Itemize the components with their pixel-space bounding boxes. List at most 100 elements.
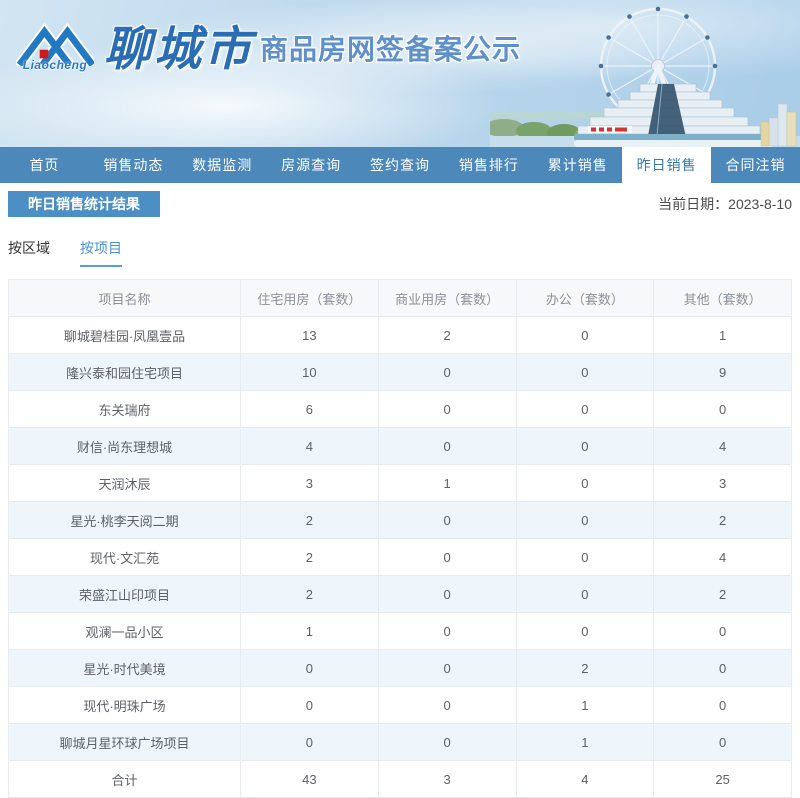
table-row: 现代·文汇苑 2 0 0 4 xyxy=(8,538,792,576)
count-cell: 0 xyxy=(515,612,655,650)
nav-item-合同注销[interactable]: 合同注销 xyxy=(711,147,800,183)
city-name-calligraphy: 聊城市 xyxy=(104,22,254,76)
count-cell: 0 xyxy=(377,686,517,724)
project-name-cell: 观澜一品小区 xyxy=(8,612,241,650)
count-cell: 0 xyxy=(377,538,517,576)
project-name-cell: 隆兴泰和园住宅项目 xyxy=(8,353,241,391)
nav-item-首页[interactable]: 首页 xyxy=(0,147,89,183)
count-cell: 0 xyxy=(377,649,517,687)
nav-item-销售排行[interactable]: 销售排行 xyxy=(444,147,533,183)
project-name-cell: 星光·桃李天阅二期 xyxy=(8,501,241,539)
count-cell: 1 xyxy=(653,316,792,354)
site-header: Liaocheng 聊城市 商品房网签备案公示 xyxy=(0,0,800,147)
table-total-row: 合计 43 3 4 25 xyxy=(8,760,792,798)
count-cell: 0 xyxy=(515,427,655,465)
column-header: 商业用房（套数） xyxy=(377,279,517,317)
table-row: 星光·时代美境 0 0 2 0 xyxy=(8,649,792,687)
view-tabs: 按区域 按项目 xyxy=(8,238,792,267)
project-name-cell: 合计 xyxy=(8,760,241,798)
liaocheng-m-logo: Liaocheng xyxy=(16,22,94,72)
count-cell: 9 xyxy=(653,353,792,391)
count-cell: 2 xyxy=(240,501,379,539)
count-cell: 0 xyxy=(653,686,792,724)
count-cell: 0 xyxy=(515,353,655,391)
count-cell: 0 xyxy=(515,464,655,502)
count-cell: 1 xyxy=(240,612,379,650)
count-cell: 0 xyxy=(240,686,379,724)
count-cell: 0 xyxy=(515,390,655,428)
project-name-cell: 聊城月星环球广场项目 xyxy=(8,723,241,761)
count-cell: 1 xyxy=(515,686,655,724)
count-cell: 43 xyxy=(240,760,379,798)
nav-item-累计销售[interactable]: 累计销售 xyxy=(533,147,622,183)
count-cell: 0 xyxy=(653,390,792,428)
sales-table: 项目名称 住宅用房（套数） 商业用房（套数） 办公（套数） 其他（套数） 聊城碧桂园·凤… xyxy=(8,279,792,798)
count-cell: 0 xyxy=(515,501,655,539)
nav-item-数据监测[interactable]: 数据监测 xyxy=(178,147,267,183)
table-row: 隆兴泰和园住宅项目 10 0 0 9 xyxy=(8,353,792,391)
count-cell: 0 xyxy=(240,723,379,761)
count-cell: 0 xyxy=(377,501,517,539)
count-cell: 4 xyxy=(653,538,792,576)
table-row: 现代·明珠广场 0 0 1 0 xyxy=(8,686,792,724)
count-cell: 0 xyxy=(515,538,655,576)
count-cell: 2 xyxy=(653,575,792,613)
count-cell: 2 xyxy=(240,538,379,576)
nav-item-昨日销售[interactable]: 昨日销售 xyxy=(622,147,712,183)
site-title: 商品房网签备案公示 xyxy=(260,34,522,65)
tab-按区域[interactable]: 按区域 xyxy=(8,238,50,267)
project-name-cell: 现代·明珠广场 xyxy=(8,686,241,724)
count-cell: 0 xyxy=(377,390,517,428)
count-cell: 0 xyxy=(377,427,517,465)
count-cell: 0 xyxy=(515,316,655,354)
count-cell: 3 xyxy=(653,464,792,502)
tab-按项目[interactable]: 按项目 xyxy=(80,238,122,267)
ferris-wheel-illustration xyxy=(490,6,800,147)
column-header: 项目名称 xyxy=(8,279,241,317)
count-cell: 0 xyxy=(240,649,379,687)
count-cell: 3 xyxy=(240,464,379,502)
nav-item-房源查询[interactable]: 房源查询 xyxy=(267,147,356,183)
count-cell: 2 xyxy=(377,316,517,354)
column-header: 其他（套数） xyxy=(653,279,792,317)
column-header: 住宅用房（套数） xyxy=(240,279,379,317)
table-row: 聊城月星环球广场项目 0 0 1 0 xyxy=(8,723,792,761)
current-date-label: 当前日期：2023-8-10 xyxy=(658,196,792,212)
count-cell: 2 xyxy=(653,501,792,539)
count-cell: 0 xyxy=(653,612,792,650)
section-head: 昨日销售统计结果 当前日期：2023-8-10 xyxy=(8,191,792,217)
logo-word: Liaocheng xyxy=(22,58,88,72)
count-cell: 0 xyxy=(377,353,517,391)
table-header-row: 项目名称 住宅用房（套数） 商业用房（套数） 办公（套数） 其他（套数） xyxy=(8,279,792,317)
table-row: 财信·尚东理想城 4 0 0 4 xyxy=(8,427,792,465)
table-body: 聊城碧桂园·凤凰壹品 13 2 0 1 隆兴泰和园住宅项目 10 0 0 9 东关瑞府 6 0 0 0 财信·… xyxy=(8,316,792,798)
project-name-cell: 天润沐辰 xyxy=(8,464,241,502)
count-cell: 6 xyxy=(240,390,379,428)
brand: Liaocheng 聊城市 商品房网签备案公示 xyxy=(16,22,521,72)
project-name-cell: 财信·尚东理想城 xyxy=(8,427,241,465)
count-cell: 25 xyxy=(653,760,792,798)
count-cell: 0 xyxy=(515,575,655,613)
table-row: 聊城碧桂园·凤凰壹品 13 2 0 1 xyxy=(8,316,792,354)
section-title-band: 昨日销售统计结果 xyxy=(8,191,160,217)
count-cell: 10 xyxy=(240,353,379,391)
count-cell: 0 xyxy=(377,723,517,761)
main-nav: 首页 销售动态 数据监测 房源查询 签约查询 销售排行 累计销售 昨日销售 合同注销 xyxy=(0,147,800,183)
count-cell: 4 xyxy=(240,427,379,465)
nav-item-销售动态[interactable]: 销售动态 xyxy=(89,147,178,183)
column-header: 办公（套数） xyxy=(515,279,655,317)
count-cell: 4 xyxy=(653,427,792,465)
table-row: 天润沐辰 3 1 0 3 xyxy=(8,464,792,502)
nav-item-签约查询[interactable]: 签约查询 xyxy=(356,147,445,183)
table-row: 星光·桃李天阅二期 2 0 0 2 xyxy=(8,501,792,539)
count-cell: 0 xyxy=(377,612,517,650)
project-name-cell: 星光·时代美境 xyxy=(8,649,241,687)
count-cell: 0 xyxy=(377,575,517,613)
count-cell: 13 xyxy=(240,316,379,354)
project-name-cell: 现代·文汇苑 xyxy=(8,538,241,576)
table-row: 东关瑞府 6 0 0 0 xyxy=(8,390,792,428)
count-cell: 0 xyxy=(653,723,792,761)
project-name-cell: 东关瑞府 xyxy=(8,390,241,428)
project-name-cell: 聊城碧桂园·凤凰壹品 xyxy=(8,316,241,354)
count-cell: 3 xyxy=(377,760,517,798)
